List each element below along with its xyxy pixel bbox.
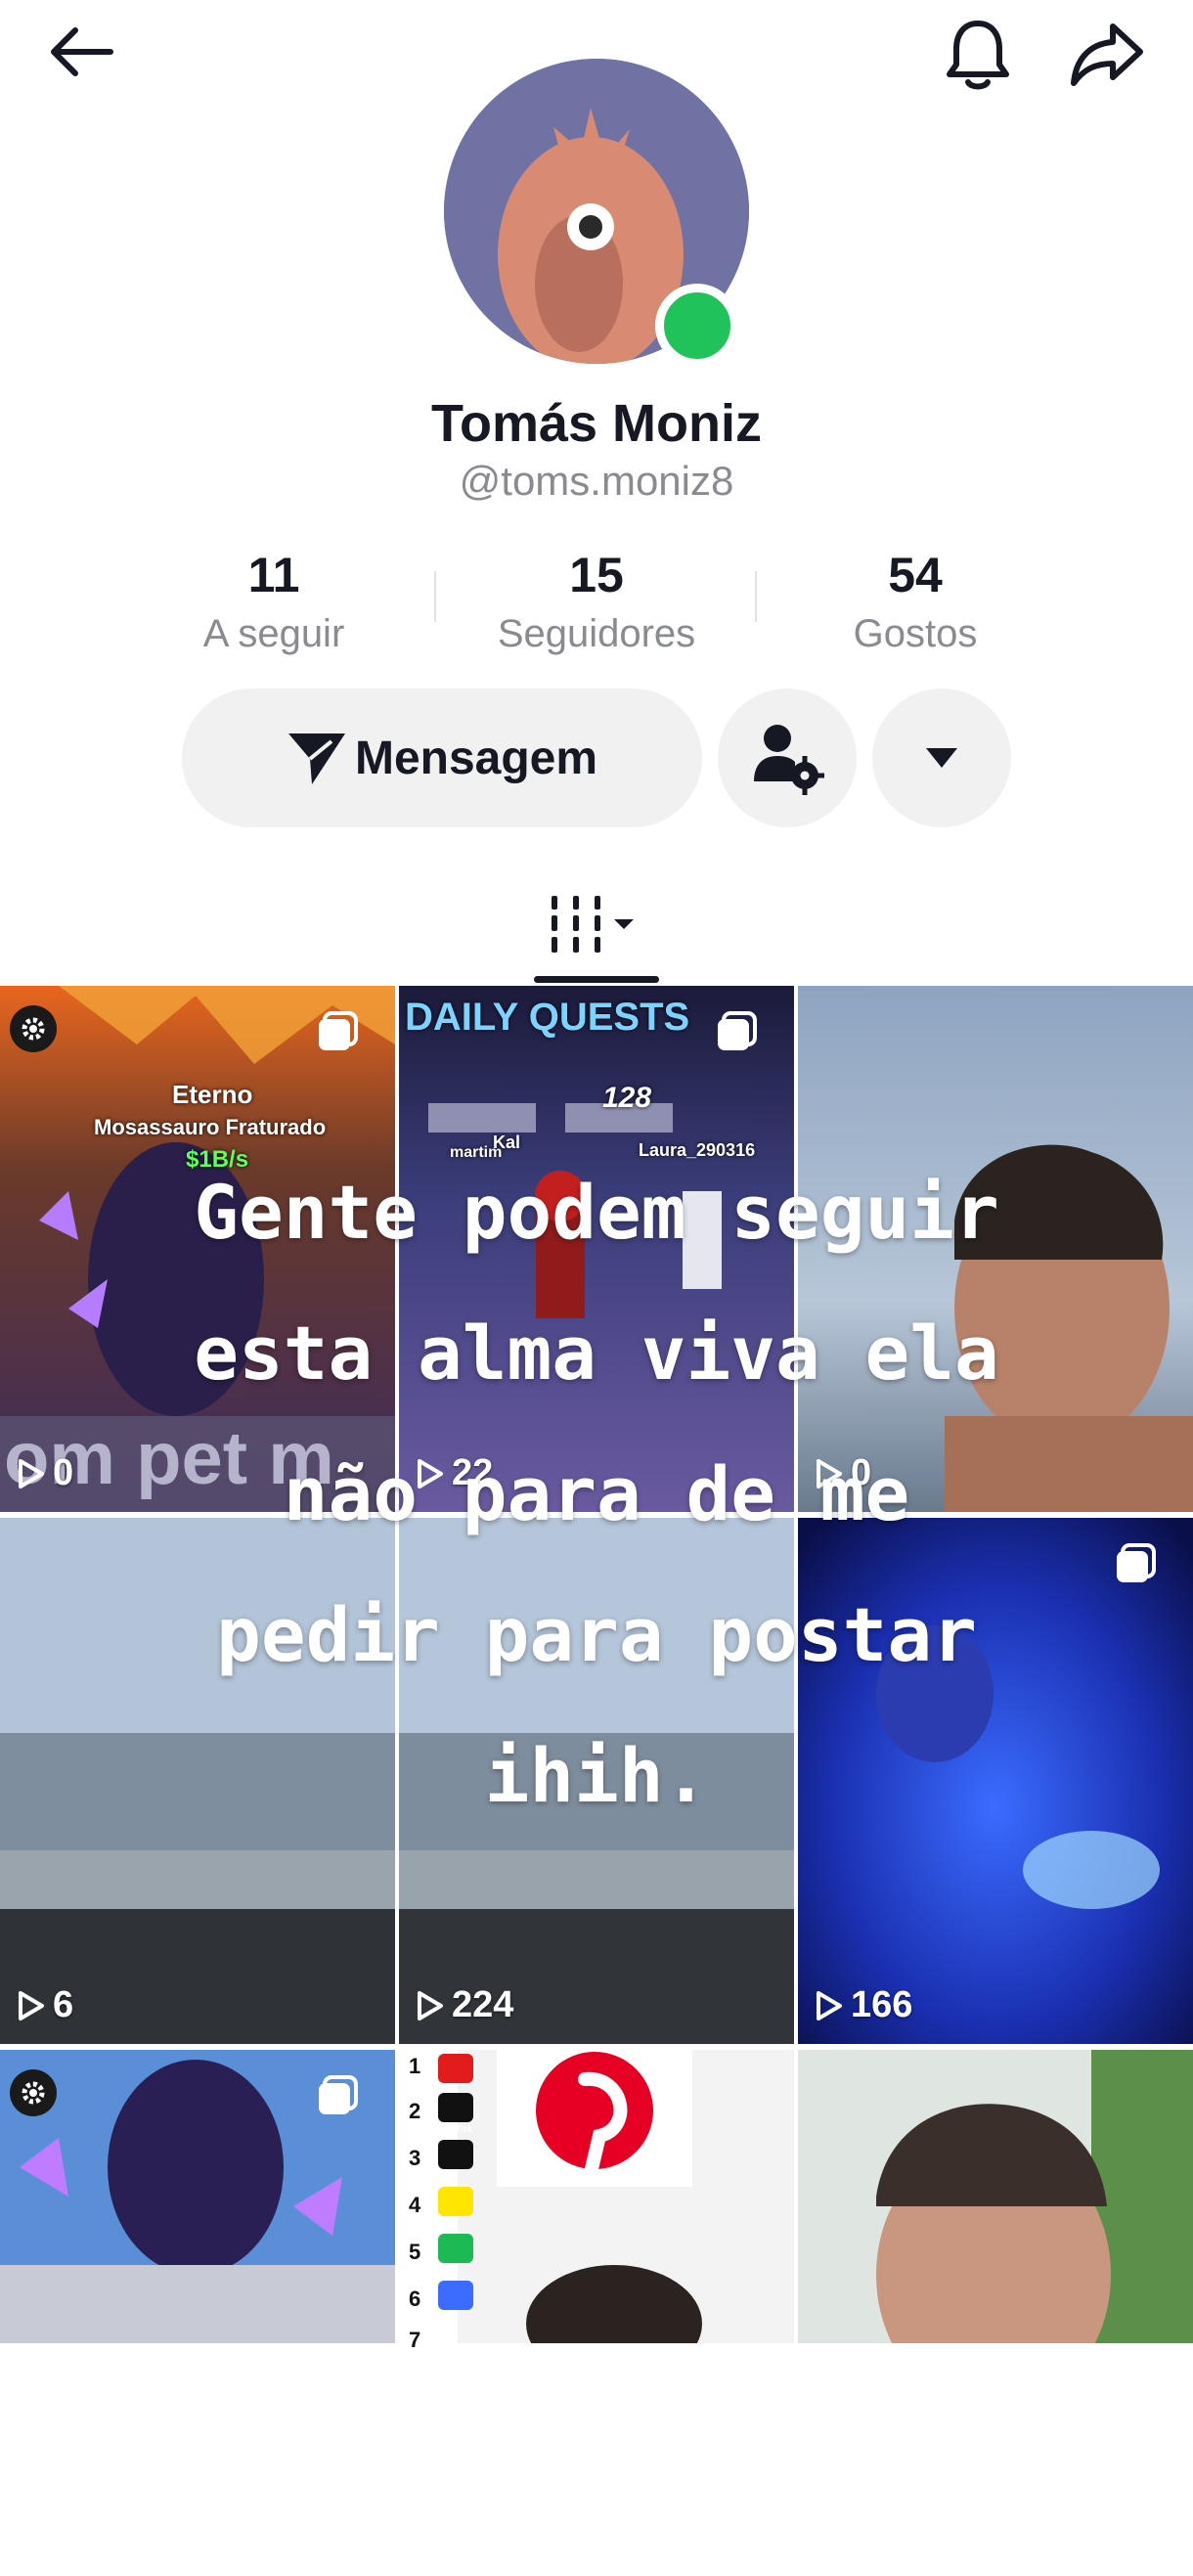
view-count: 6 <box>18 1984 73 2026</box>
game-label: 128 <box>602 1082 652 1114</box>
game-label: Kal <box>493 1133 521 1152</box>
video-thumbnail <box>798 986 1193 1512</box>
view-count: 22 <box>417 1452 493 1494</box>
video-tile[interactable]: 0 <box>798 986 1193 1512</box>
view-count-value: 22 <box>452 1452 494 1493</box>
stat-likes-value: 54 <box>888 548 943 602</box>
rank-number: 7 <box>409 2328 421 2352</box>
video-thumbnail <box>399 2050 794 2343</box>
video-thumbnail <box>798 2050 1193 2343</box>
video-tile[interactable]: 166 <box>798 1518 1193 2044</box>
profile-handle: @toms.moniz8 <box>459 458 734 504</box>
multi-photo-icon <box>714 1009 759 1059</box>
notifications-button[interactable] <box>939 16 1017 94</box>
paper-plane-icon <box>287 733 345 784</box>
gear-icon <box>10 2069 57 2116</box>
stat-divider <box>755 571 757 622</box>
back-button[interactable] <box>39 20 123 84</box>
play-icon <box>418 1458 443 1488</box>
rank-number: 2 <box>409 2099 421 2123</box>
video-tile[interactable] <box>798 2050 1193 2576</box>
stat-following-label: A seguir <box>202 612 345 655</box>
stat-likes[interactable]: 54 Gostos <box>759 544 1072 661</box>
stat-likes-label: Gostos <box>853 612 978 655</box>
multi-photo-icon <box>315 1009 360 1059</box>
view-count-value: 166 <box>851 1984 913 2025</box>
add-friend-button[interactable] <box>718 688 857 827</box>
stat-followers-value: 15 <box>569 548 624 602</box>
game-label: Eterno <box>172 1080 253 1109</box>
rank-number: 3 <box>409 2146 421 2170</box>
view-count-value: 0 <box>53 1452 74 1493</box>
stat-followers-label: Seguidores <box>497 612 696 655</box>
game-label: Laura_290316 <box>639 1140 756 1160</box>
share-button[interactable] <box>1060 16 1154 94</box>
tab-active-indicator <box>534 976 659 983</box>
video-tile[interactable]: Eterno Mosassauro Fraturado $1B/s om pet… <box>0 986 395 1512</box>
game-label: $1B/s <box>186 1146 249 1173</box>
view-count-value: 0 <box>851 1452 872 1493</box>
online-status-dot <box>655 284 739 368</box>
view-count-value: 224 <box>452 1984 514 2025</box>
video-thumbnail <box>399 986 794 1512</box>
arrow-left-icon <box>51 27 113 76</box>
play-icon <box>817 1458 842 1488</box>
rank-number: 4 <box>409 2193 421 2217</box>
video-tile[interactable] <box>0 2050 395 2576</box>
video-grid: Eterno Mosassauro Fraturado $1B/s om pet… <box>0 986 1193 2355</box>
rank-number: 6 <box>409 2287 421 2311</box>
game-label: Mosassauro Fraturado <box>94 1115 327 1139</box>
message-button[interactable]: Mensagem <box>182 688 702 827</box>
video-tile[interactable]: 224 <box>399 1518 794 2044</box>
rank-number: 1 <box>409 2054 421 2078</box>
multi-photo-icon <box>1113 1541 1158 1591</box>
person-gear-icon <box>754 725 824 795</box>
video-thumbnail <box>399 1518 794 2044</box>
view-count: 0 <box>816 1452 871 1494</box>
stat-following-value: 11 <box>247 548 300 602</box>
view-count: 224 <box>417 1984 513 2026</box>
video-tile[interactable]: 6 <box>0 1518 395 2044</box>
more-options-button[interactable] <box>872 688 1011 827</box>
rank-number: 5 <box>409 2240 421 2264</box>
video-tile[interactable]: 1 2 3 4 5 6 7 TikTok <box>399 2050 794 2576</box>
stat-followers[interactable]: 15 Seguidores <box>440 544 753 661</box>
app-label: TikTok <box>442 2124 473 2135</box>
share-arrow-icon <box>1071 23 1143 86</box>
grid-bars-icon <box>552 896 634 953</box>
stat-divider <box>434 571 436 622</box>
view-count-value: 6 <box>53 1984 74 2025</box>
video-thumbnail <box>798 1518 1193 2044</box>
multi-photo-icon <box>315 2073 360 2123</box>
gear-icon <box>10 1005 57 1052</box>
view-count: 0 <box>18 1452 73 1494</box>
play-icon <box>418 1990 443 2021</box>
bell-icon <box>947 21 1009 90</box>
video-tile[interactable]: DAILY QUESTS 128 Laura_290316 martim Kal… <box>399 986 794 1512</box>
play-icon <box>817 1990 842 2021</box>
profile-name: Tomás Moniz <box>430 394 762 453</box>
message-button-label: Mensagem <box>354 732 598 784</box>
view-count: 166 <box>816 1984 912 2026</box>
play-icon <box>19 1458 44 1488</box>
caret-down-icon <box>926 748 957 768</box>
play-icon <box>19 1990 44 2021</box>
video-thumbnail <box>0 1518 395 2044</box>
stat-following[interactable]: 11 A seguir <box>117 544 430 661</box>
tab-videos[interactable] <box>528 870 665 978</box>
game-label: DAILY QUESTS <box>405 996 690 1039</box>
